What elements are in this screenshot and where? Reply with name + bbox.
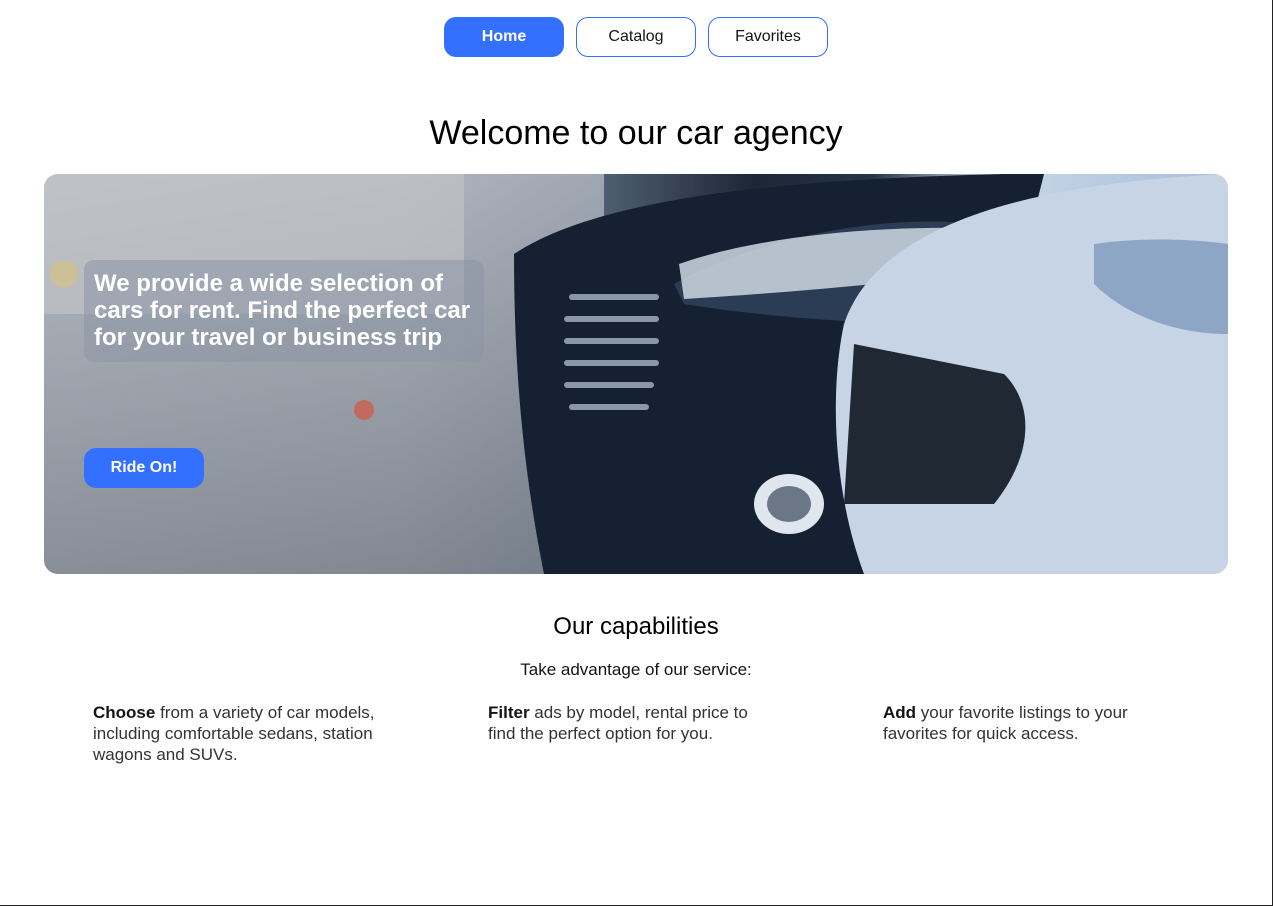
hero-banner: We provide a wide selection of cars for … xyxy=(44,174,1228,574)
hero-car-image xyxy=(44,174,1228,574)
capabilities-subtitle: Take advantage of our service: xyxy=(520,660,752,679)
main-nav: Home Catalog Favorites xyxy=(0,17,1272,57)
feature-lead: Choose xyxy=(93,703,156,722)
feature-choose: Choose from a variety of car models, inc… xyxy=(93,702,378,765)
nav-catalog-button[interactable]: Catalog xyxy=(576,17,696,57)
feature-lead: Add xyxy=(883,703,917,722)
feature-text: your favorite listings to your favorites… xyxy=(883,703,1128,743)
nav-home-button[interactable]: Home xyxy=(444,17,564,57)
feature-lead: Filter xyxy=(488,703,530,722)
ride-on-button[interactable]: Ride On! xyxy=(84,448,204,488)
page-title: Welcome to our car agency xyxy=(429,114,843,152)
feature-filter: Filter ads by model, rental price to fin… xyxy=(488,702,773,765)
features-list: Choose from a variety of car models, inc… xyxy=(93,702,1193,765)
capabilities-title: Our capabilities xyxy=(553,613,719,640)
hero-caption: We provide a wide selection of cars for … xyxy=(84,260,484,362)
feature-add: Add your favorite listings to your favor… xyxy=(883,702,1168,765)
nav-favorites-button[interactable]: Favorites xyxy=(708,17,828,57)
